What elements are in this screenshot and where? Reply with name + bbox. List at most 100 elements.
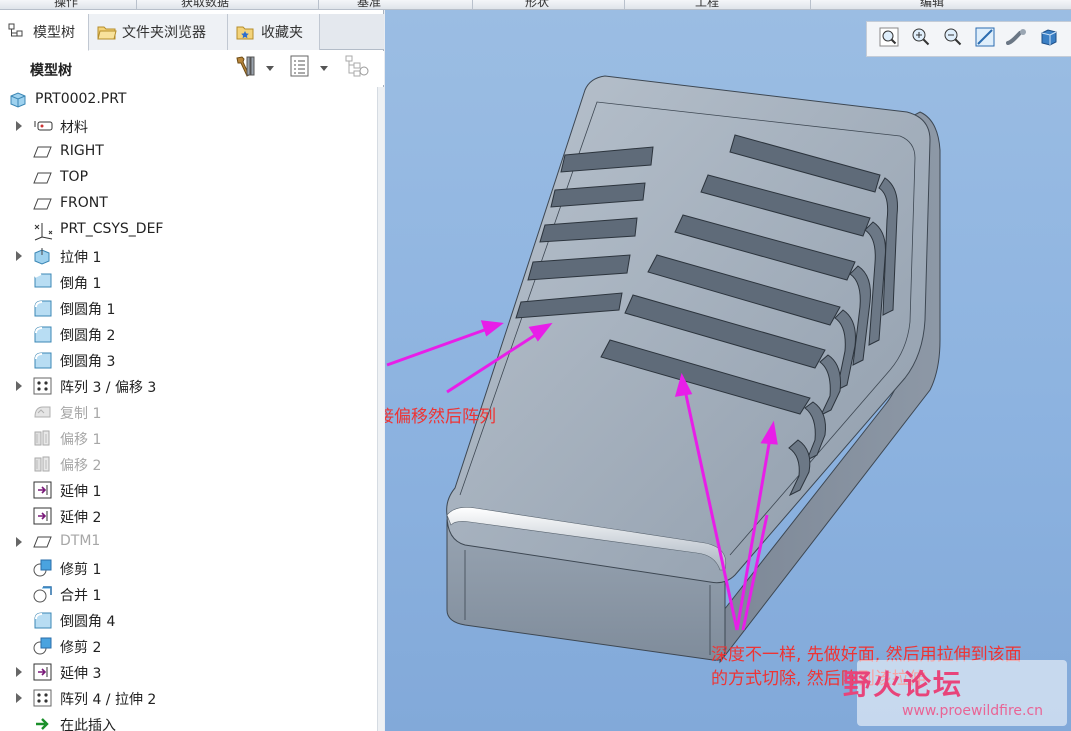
tree-filter-icon: [344, 54, 370, 82]
tree-item[interactable]: TOP: [0, 165, 378, 191]
tree-item[interactable]: 倒圆角 4: [0, 607, 378, 633]
expand-arrow-icon[interactable]: [16, 251, 22, 261]
navigator-tabs: 模型树 文件夹浏览器 收藏夹: [0, 14, 384, 51]
part-icon: [9, 91, 28, 109]
tree-item-label: 修剪 1: [60, 562, 102, 578]
model-tree-icon: [8, 23, 26, 41]
chevron-down-icon: [320, 65, 328, 71]
tree-item[interactable]: 阵列 3 / 偏移 3: [0, 373, 378, 399]
tree-item[interactable]: PRT_CSYS_DEF: [0, 217, 378, 243]
tree-item-label: 延伸 3: [60, 666, 102, 682]
tree-item[interactable]: 偏移 2: [0, 451, 378, 477]
merge-icon: [33, 585, 52, 603]
expand-arrow-icon[interactable]: [16, 693, 22, 703]
tree-item[interactable]: 材料: [0, 113, 378, 139]
annotation-note-same-depth: 深度一样就直接偏移然后阵列: [385, 407, 496, 427]
menu-tab-editing[interactable]: 编辑: [920, 0, 944, 9]
menu-tab-shapes[interactable]: 形状: [525, 0, 549, 9]
menu-tab-operations[interactable]: 操作: [54, 0, 78, 9]
tree-item-label: 阵列 3 / 偏移 3: [60, 380, 157, 396]
tree-item[interactable]: 倒圆角 2: [0, 321, 378, 347]
tree-item[interactable]: 倒角 1: [0, 269, 378, 295]
tree-item-label: 修剪 2: [60, 640, 102, 656]
trim-icon: [33, 637, 52, 655]
datum-plane-icon: [33, 533, 52, 551]
trim-icon: [33, 559, 52, 577]
tree-item[interactable]: 延伸 1: [0, 477, 378, 503]
expand-arrow-icon[interactable]: [16, 537, 22, 547]
tree-item[interactable]: RIGHT: [0, 139, 378, 165]
tree-item[interactable]: FRONT: [0, 191, 378, 217]
tree-item[interactable]: DTM1: [0, 529, 378, 555]
insert-arrow-icon: [33, 715, 52, 731]
tree-item-label: 倒圆角 3: [60, 354, 116, 370]
tools-icon: [234, 54, 258, 82]
extrude-icon: [33, 247, 52, 265]
tree-item[interactable]: 复制 1: [0, 399, 378, 425]
offset-icon: [33, 455, 52, 473]
menu-tab-datum[interactable]: 基准: [357, 0, 381, 9]
tree-item-label: PRT_CSYS_DEF: [60, 221, 164, 237]
expand-arrow-icon[interactable]: [16, 667, 22, 677]
tree-root-item[interactable]: PRT0002.PRT: [0, 87, 378, 113]
round-icon: [33, 325, 52, 343]
tree-item-label: 延伸 1: [60, 484, 102, 500]
tree-settings-button[interactable]: [234, 55, 274, 81]
tree-scrollbar[interactable]: [377, 87, 384, 731]
part-model-render: [386, 75, 941, 664]
tree-item-label: 倒圆角 2: [60, 328, 116, 344]
tab-folder-browser[interactable]: 文件夹浏览器: [89, 14, 228, 50]
tree-item-label: 合并 1: [60, 588, 102, 604]
round-icon: [33, 299, 52, 317]
tree-filter-button[interactable]: [344, 55, 370, 81]
watermark-url: www.proewildfire.cn: [902, 703, 1044, 719]
offset-icon: [33, 429, 52, 447]
model-tree: PRT0002.PRT 材料 RIGHT TOP FRONT PRT_CSYS_DEF 拉…: [0, 87, 378, 731]
round-icon: [33, 351, 52, 369]
tree-item-label: 复制 1: [60, 406, 102, 422]
tab-model-tree[interactable]: 模型树: [0, 14, 89, 51]
tree-item-label: 在此插入: [60, 718, 116, 731]
tree-item-label: 拉伸 1: [60, 250, 102, 266]
tab-favorites[interactable]: 收藏夹: [228, 14, 320, 50]
tree-item-label: FRONT: [60, 195, 108, 211]
graphics-viewport[interactable]: 深度一样就直接偏移然后阵列 深度不一样, 先做好面, 然后用拉伸到该面 的方式切…: [385, 10, 1071, 731]
tree-item[interactable]: 修剪 1: [0, 555, 378, 581]
tree-item[interactable]: 在此插入: [0, 711, 378, 731]
copy-icon: [33, 403, 52, 421]
tree-item[interactable]: 延伸 3: [0, 659, 378, 685]
tree-item-label: TOP: [60, 169, 89, 185]
tree-root-label: PRT0002.PRT: [35, 91, 127, 107]
tree-item[interactable]: 阵列 4 / 拉伸 2: [0, 685, 378, 711]
chamfer-icon: [33, 273, 52, 291]
list-settings-icon: [288, 54, 312, 82]
tree-item[interactable]: 修剪 2: [0, 633, 378, 659]
tree-item-label: RIGHT: [60, 143, 104, 159]
expand-arrow-icon[interactable]: [16, 381, 22, 391]
model-tree-title: 模型树: [30, 63, 72, 79]
tab-model-tree-label: 模型树: [33, 25, 75, 41]
tree-item[interactable]: 延伸 2: [0, 503, 378, 529]
tree-item[interactable]: 倒圆角 3: [0, 347, 378, 373]
tree-item-label: 材料: [60, 120, 88, 136]
tree-item-label: DTM1: [60, 533, 101, 549]
tree-item[interactable]: 倒圆角 1: [0, 295, 378, 321]
menu-tab-get-data[interactable]: 获取数据: [181, 0, 229, 9]
extend-icon: [33, 663, 52, 681]
tree-item-label: 延伸 2: [60, 510, 102, 526]
model-tree-header: 模型树: [0, 51, 384, 85]
tree-item[interactable]: 合并 1: [0, 581, 378, 607]
datum-plane-icon: [33, 195, 52, 213]
favorites-icon: [236, 23, 254, 41]
menu-tab-engineering[interactable]: 工程: [695, 0, 719, 9]
tree-item-label: 偏移 1: [60, 432, 102, 448]
datum-plane-icon: [33, 169, 52, 187]
csys-icon: [33, 221, 53, 241]
round-icon: [33, 611, 52, 629]
pattern-icon: [33, 377, 52, 395]
datum-plane-icon: [33, 143, 52, 161]
tree-item[interactable]: 拉伸 1: [0, 243, 378, 269]
tree-show-button[interactable]: [288, 55, 328, 81]
tree-item[interactable]: 偏移 1: [0, 425, 378, 451]
expand-arrow-icon[interactable]: [16, 121, 22, 131]
